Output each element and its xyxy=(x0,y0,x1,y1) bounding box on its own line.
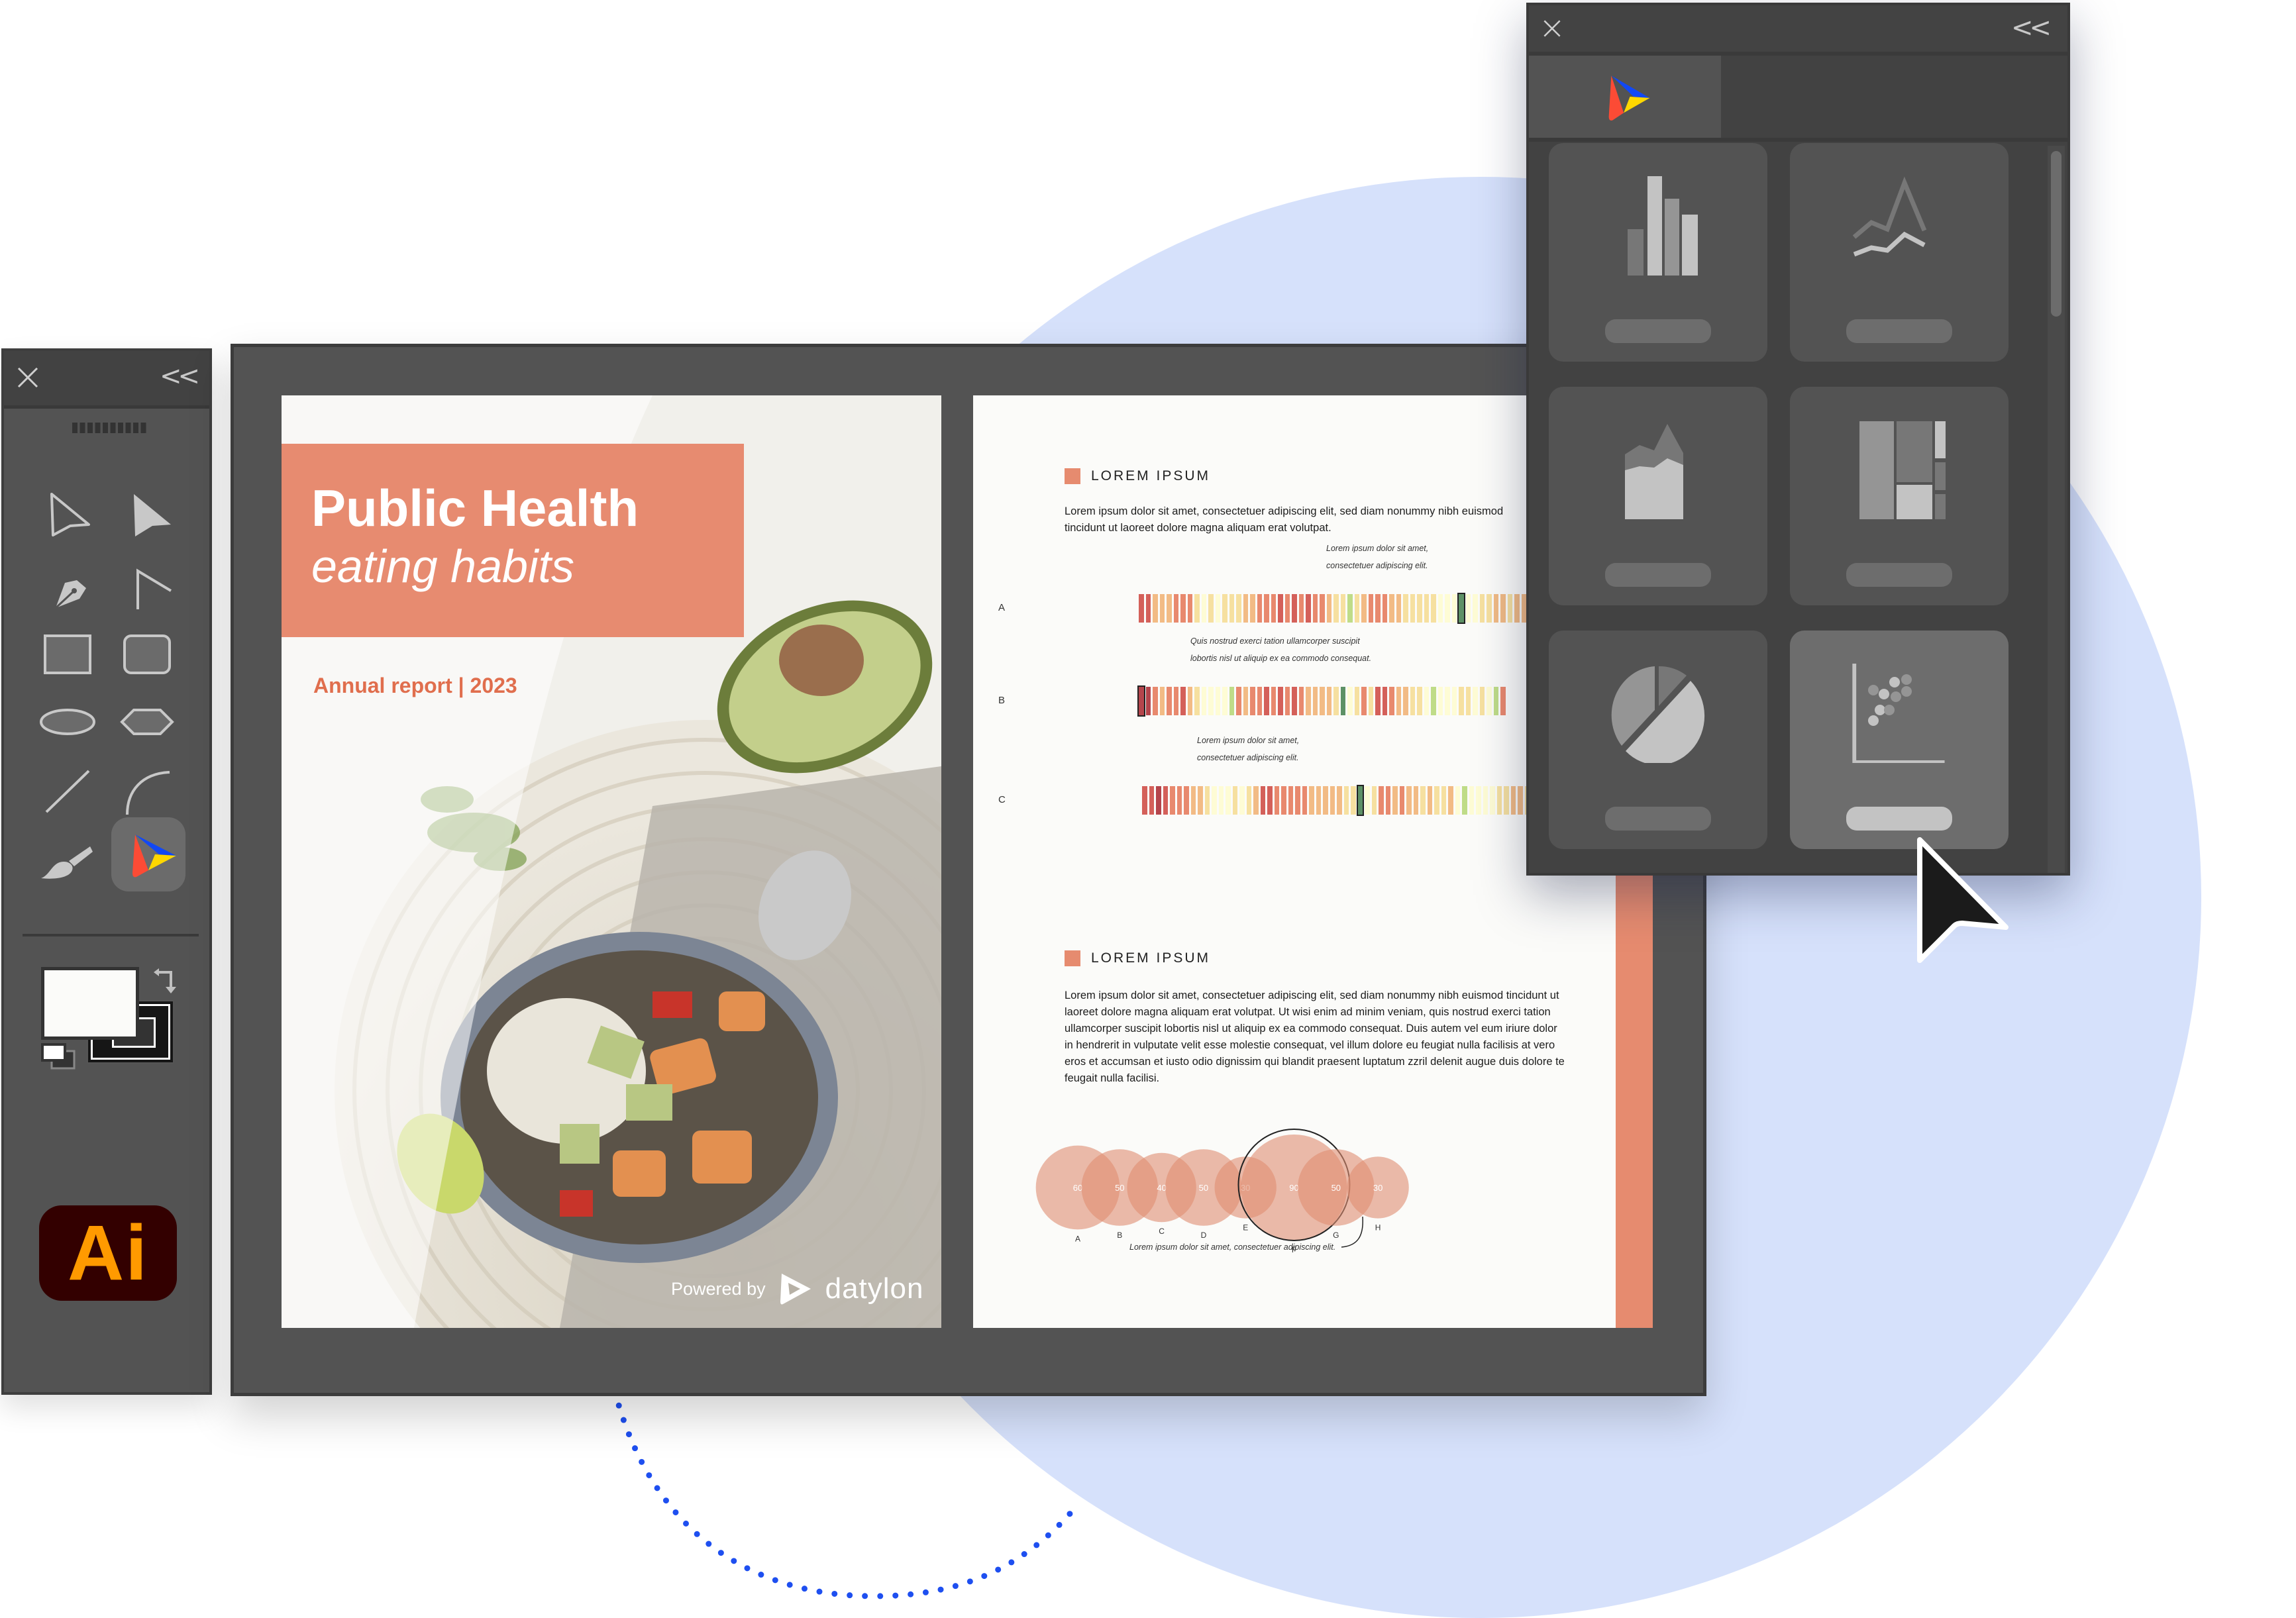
chart-type-label xyxy=(1605,319,1711,343)
chart-type-bar[interactable] xyxy=(1549,143,1767,362)
powered-by-badge: Powered by datylon xyxy=(671,1271,923,1307)
chart-type-label xyxy=(1605,563,1711,587)
datylon-logo-icon xyxy=(1608,76,1650,121)
bubble-value-label: 50 xyxy=(1199,1183,1208,1193)
default-colors-icon[interactable] xyxy=(41,1043,77,1070)
arrow-outline-icon xyxy=(50,493,90,536)
collapse-icon[interactable]: << xyxy=(160,363,200,389)
chart-type-scatter[interactable] xyxy=(1790,631,2009,849)
tools-divider xyxy=(23,934,199,936)
chart-type-area[interactable] xyxy=(1549,387,1767,605)
rectangle-tool[interactable] xyxy=(30,617,105,691)
pie-chart-icon xyxy=(1611,666,1705,763)
chart-type-label xyxy=(1846,563,1952,587)
dotted-arc-decoration xyxy=(611,1388,1076,1599)
bubble-category-label: E xyxy=(1243,1223,1248,1233)
scatter-plot-icon xyxy=(1852,664,1945,763)
chart-type-label xyxy=(1846,807,1952,831)
paintbrush-tool[interactable] xyxy=(30,821,105,895)
brand-name: datylon xyxy=(825,1272,924,1305)
tools-panel-header: << xyxy=(4,351,209,409)
line-tool[interactable] xyxy=(30,752,105,827)
bubble-category-label: A xyxy=(1075,1234,1080,1243)
chart-type-pie[interactable] xyxy=(1549,631,1767,849)
bubble-category-label: H xyxy=(1375,1223,1381,1233)
rounded-rectangle-icon xyxy=(123,634,171,674)
chart-type-label xyxy=(1605,807,1711,831)
swap-colors-icon[interactable] xyxy=(150,967,179,996)
rectangle-icon xyxy=(44,634,91,674)
chart-type-treemap[interactable] xyxy=(1790,387,2009,605)
close-icon[interactable] xyxy=(16,366,40,389)
pen-nib-icon xyxy=(54,580,86,609)
line-icon xyxy=(45,770,90,813)
datylon-mark-icon xyxy=(780,1274,811,1305)
bubble-value-label: 30 xyxy=(1373,1183,1383,1193)
rounded-rectangle-tool[interactable] xyxy=(110,617,184,691)
ellipse-tool[interactable] xyxy=(30,685,105,759)
bubble-value-label: 40 xyxy=(1157,1183,1166,1193)
bubble-category-label: G xyxy=(1333,1231,1339,1240)
line-chart-icon xyxy=(1853,176,1927,257)
cover-annual-report: Annual report | 2023 xyxy=(313,674,517,697)
chart-type-label xyxy=(1846,319,1952,343)
fill-color-swatch[interactable] xyxy=(41,967,139,1040)
ellipse-icon xyxy=(40,709,95,735)
chart-panel: << xyxy=(1526,3,2070,876)
scroll-thumb[interactable] xyxy=(2051,151,2061,317)
bubble-category-label: C xyxy=(1159,1227,1165,1236)
drag-grip[interactable] xyxy=(72,423,146,433)
arc-icon xyxy=(126,771,170,815)
bubble-category-label: B xyxy=(1117,1231,1122,1240)
mouse-cursor-icon xyxy=(1917,837,2009,963)
cover-title: Public Health xyxy=(311,479,639,537)
bubble-value-label: 50 xyxy=(1331,1183,1341,1193)
bubble-value-label: 60 xyxy=(1073,1183,1082,1193)
pen-tool[interactable] xyxy=(30,548,105,623)
treemap-icon xyxy=(1859,421,1946,519)
area-chart-icon xyxy=(1625,424,1683,519)
tools-panel: << Ai xyxy=(1,348,212,1395)
bar-chart-icon xyxy=(1628,176,1698,276)
hexagon-icon xyxy=(120,709,174,735)
direct-selection-tool[interactable] xyxy=(110,477,184,551)
bubble-value-label: 50 xyxy=(1115,1183,1124,1193)
illustrator-app-logo: Ai xyxy=(39,1205,177,1301)
selection-tool[interactable] xyxy=(30,477,105,551)
chart-type-line[interactable] xyxy=(1790,143,2009,362)
paintbrush-icon xyxy=(41,846,93,879)
polygon-tool[interactable] xyxy=(110,685,184,759)
collapse-icon[interactable]: << xyxy=(2011,15,2052,41)
corner-icon xyxy=(136,568,172,609)
chart-panel-header: << xyxy=(1529,5,2067,56)
datylon-logo-icon xyxy=(132,834,176,878)
bubble-category-label: D xyxy=(1201,1231,1207,1240)
arrow-filled-icon xyxy=(134,494,171,536)
bubble-annotation: Lorem ipsum dolor sit amet, consectetuer… xyxy=(1129,1242,1335,1252)
anchor-point-tool[interactable] xyxy=(110,548,184,623)
close-icon[interactable] xyxy=(1542,19,1562,38)
arc-tool[interactable] xyxy=(110,752,184,827)
powered-by-label: Powered by xyxy=(671,1278,766,1299)
chart-panel-tabs xyxy=(1529,56,2067,142)
tab-datylon[interactable] xyxy=(1529,56,1721,138)
cover-subtitle: eating habits xyxy=(311,540,574,592)
bubble-value-label: 90 xyxy=(1289,1183,1298,1193)
datylon-tool[interactable] xyxy=(111,817,185,891)
chart-panel-scrollbar[interactable] xyxy=(2048,146,2065,873)
cover-page[interactable]: Public Health eating habits Annual repor… xyxy=(282,395,941,1328)
